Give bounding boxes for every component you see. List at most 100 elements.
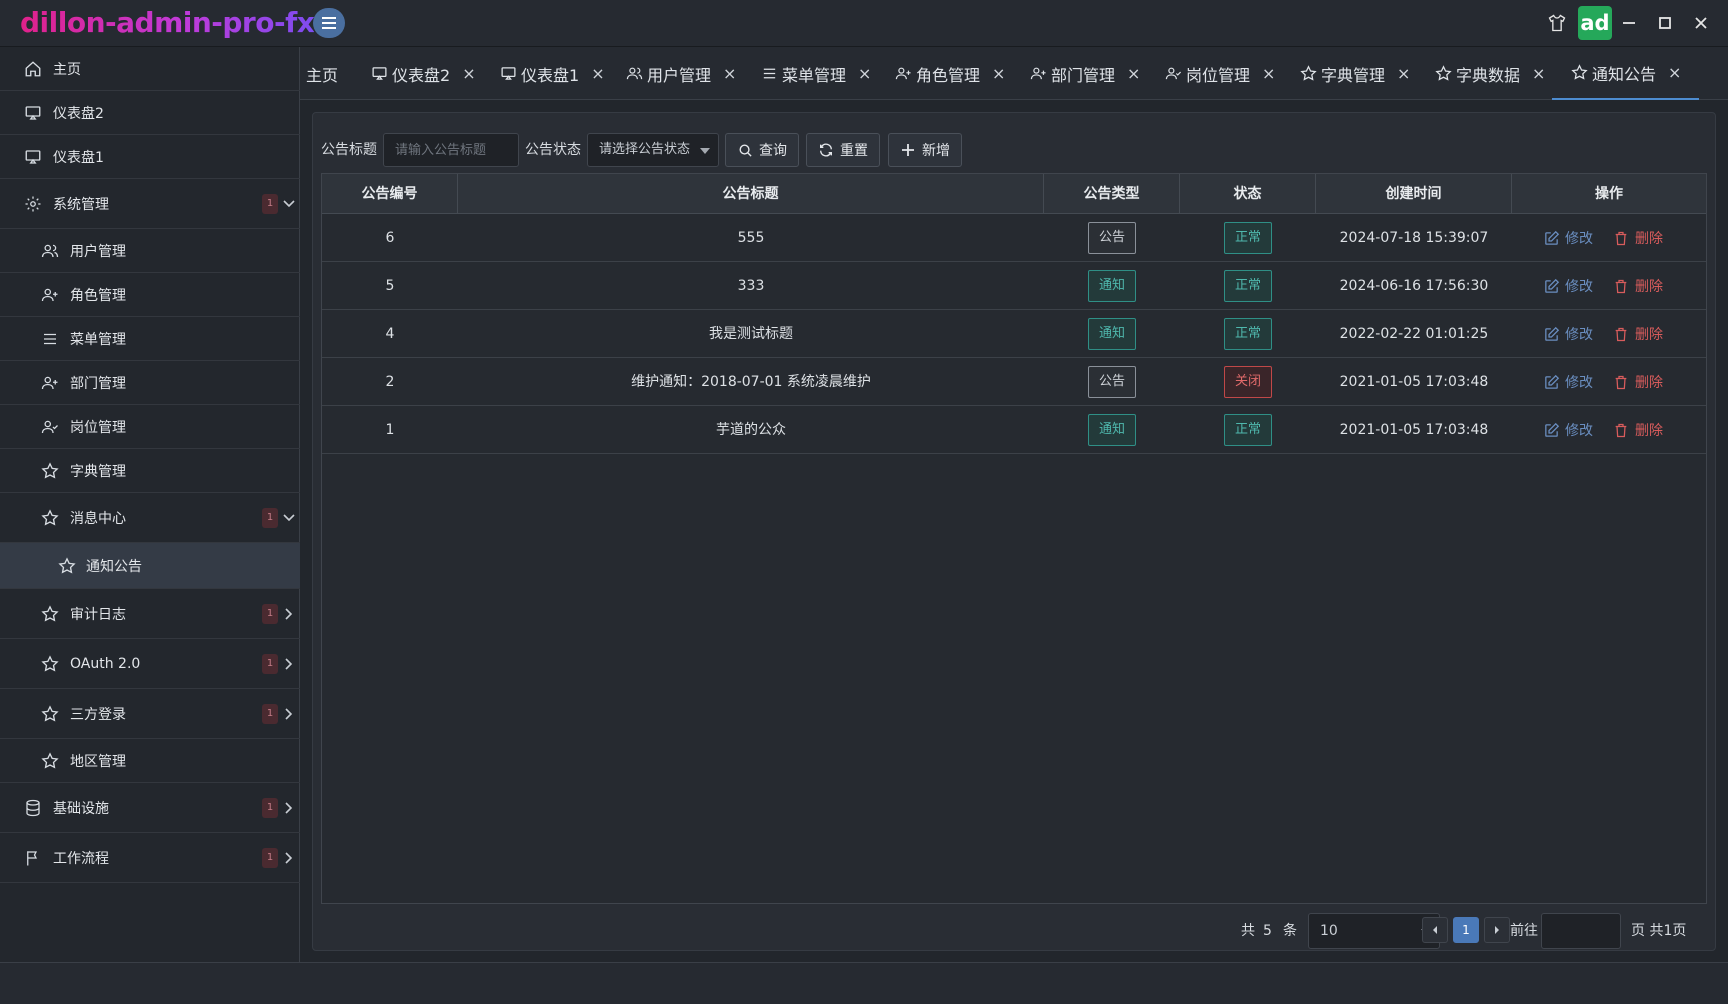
sidebar-item-audit-log[interactable]: 审计日志 1 xyxy=(0,589,300,639)
sidebar-item-label: 工作流程 xyxy=(53,850,109,867)
sidebar-item-message-center[interactable]: 消息中心 1 xyxy=(0,493,300,543)
page-number-button[interactable]: 1 xyxy=(1453,917,1479,943)
tab-close-icon[interactable]: × xyxy=(462,64,475,83)
column-header[interactable]: 创建时间 xyxy=(1316,174,1512,214)
tab-close-icon[interactable]: × xyxy=(1127,64,1140,83)
status-badge: 正常 xyxy=(1223,270,1272,302)
sidebar-item-infrastructure[interactable]: 基础设施 1 xyxy=(0,783,300,833)
delete-button[interactable]: 删除 xyxy=(1612,358,1663,406)
tab-users[interactable]: 用户管理 × xyxy=(625,47,736,100)
status-filter-select[interactable]: 请选择公告状态 xyxy=(587,133,719,167)
tab-dashboard2[interactable]: 仪表盘2 × xyxy=(370,47,476,100)
table-row[interactable]: 1 芋道的公众 通知 正常 2021-01-05 17:03:48 修改 删除 xyxy=(322,406,1706,454)
count-badge: 1 xyxy=(262,193,278,214)
tab-label: 菜单管理 xyxy=(782,65,847,85)
sidebar-item-third-party-login[interactable]: 三方登录 1 xyxy=(0,689,300,739)
delete-button[interactable]: 删除 xyxy=(1612,310,1663,358)
tab-dictionary[interactable]: 字典管理 × xyxy=(1299,47,1410,100)
tab-close-icon[interactable]: × xyxy=(1532,64,1545,83)
sidebar-item-users[interactable]: 用户管理 xyxy=(0,229,300,273)
notice-id-cell: 6 xyxy=(385,230,395,246)
sidebar-item-dictionary[interactable]: 字典管理 xyxy=(0,449,300,493)
column-header[interactable]: 操作 xyxy=(1512,174,1706,214)
sidebar-item-dashboard2[interactable]: 仪表盘2 xyxy=(0,91,300,135)
sidebar-item-departments[interactable]: 部门管理 xyxy=(0,361,300,405)
tab-close-icon[interactable]: × xyxy=(858,64,871,83)
delete-button[interactable]: 删除 xyxy=(1612,262,1663,310)
tab-close-icon[interactable]: × xyxy=(1668,63,1681,82)
next-page-button[interactable] xyxy=(1484,917,1510,943)
pagination: 共 5 条 10 1 前往 页 共1页 xyxy=(313,913,1717,949)
prev-page-button[interactable] xyxy=(1422,917,1448,943)
column-header[interactable]: 公告类型 xyxy=(1044,174,1180,214)
edit-button[interactable]: 修改 xyxy=(1542,214,1593,262)
close-window-button[interactable] xyxy=(1688,10,1714,36)
edit-button[interactable]: 修改 xyxy=(1542,406,1593,454)
tab-close-icon[interactable]: × xyxy=(1397,64,1410,83)
column-header[interactable]: 公告标题 xyxy=(458,174,1044,214)
sidebar-item-notice[interactable]: 通知公告 xyxy=(0,543,300,589)
tab-label: 通知公告 xyxy=(1592,64,1657,84)
sidebar-item-region[interactable]: 地区管理 xyxy=(0,739,300,783)
sidebar-item-dashboard1[interactable]: 仪表盘1 xyxy=(0,135,300,179)
page-size-select[interactable]: 10 xyxy=(1308,913,1440,949)
delete-button[interactable]: 删除 xyxy=(1612,214,1663,262)
tab-close-icon[interactable]: × xyxy=(1262,64,1275,83)
tab-home[interactable]: 主页 xyxy=(306,47,338,100)
avatar[interactable]: ad xyxy=(1578,6,1612,40)
sidebar-item-home[interactable]: 主页 xyxy=(0,47,300,91)
tab-notice[interactable]: 通知公告 × xyxy=(1552,47,1700,100)
goto-page-input[interactable] xyxy=(1541,913,1621,949)
table-row[interactable]: 4 我是测试标题 通知 正常 2022-02-22 01:01:25 修改 删除 xyxy=(322,310,1706,358)
tab-close-icon[interactable]: × xyxy=(591,64,604,83)
tab-departments[interactable]: 部门管理 × xyxy=(1029,47,1140,100)
column-header[interactable]: 状态 xyxy=(1180,174,1316,214)
edit-button[interactable]: 修改 xyxy=(1542,262,1593,310)
table-row[interactable]: 5 333 通知 正常 2024-06-16 17:56:30 修改 删除 xyxy=(322,262,1706,310)
users-icon xyxy=(40,241,60,261)
sidebar-item-workflow[interactable]: 工作流程 1 xyxy=(0,833,300,883)
title-filter-input[interactable] xyxy=(383,133,519,167)
sidebar-item-oauth[interactable]: OAuth 2.0 1 xyxy=(0,639,300,689)
sidebar-item-posts[interactable]: 岗位管理 xyxy=(0,405,300,449)
home-icon xyxy=(23,59,43,79)
table-row[interactable]: 6 555 公告 正常 2024-07-18 15:39:07 修改 删除 xyxy=(322,214,1706,262)
actions-cell: 修改 删除 xyxy=(1512,358,1706,406)
status-filter-label: 公告状态 xyxy=(525,142,581,158)
type-tag: 通知 xyxy=(1087,414,1136,446)
tab-dictionary-data[interactable]: 字典数据 × xyxy=(1434,47,1545,100)
refresh-icon xyxy=(818,142,834,158)
sidebar-item-system[interactable]: 系统管理 1 xyxy=(0,179,300,229)
user-check-icon xyxy=(40,417,60,437)
trash-icon xyxy=(1612,325,1630,343)
maximize-button[interactable] xyxy=(1652,10,1678,36)
delete-button[interactable]: 删除 xyxy=(1612,406,1663,454)
sidebar-item-label: 主页 xyxy=(53,61,81,78)
star-icon xyxy=(1434,65,1452,83)
star-icon xyxy=(1299,65,1317,83)
notice-type-cell: 通知 xyxy=(1044,262,1180,310)
tab-dashboard1[interactable]: 仪表盘1 × xyxy=(499,47,605,100)
tab-posts[interactable]: 岗位管理 × xyxy=(1164,47,1275,100)
menu-toggle-button[interactable] xyxy=(313,8,345,38)
edit-button[interactable]: 修改 xyxy=(1542,358,1593,406)
tab-menus[interactable]: 菜单管理 × xyxy=(760,47,871,100)
sidebar-item-roles[interactable]: 角色管理 xyxy=(0,273,300,317)
add-button[interactable]: 新增 xyxy=(888,133,962,167)
minimize-button[interactable] xyxy=(1616,10,1642,36)
tab-close-icon[interactable]: × xyxy=(992,64,1005,83)
table-row[interactable]: 2 维护通知：2018-07-01 系统凌晨维护 公告 关闭 2021-01-05 17… xyxy=(322,358,1706,406)
trash-icon xyxy=(1612,421,1630,439)
monitor-icon xyxy=(499,65,517,83)
reset-button[interactable]: 重置 xyxy=(806,133,880,167)
column-header[interactable]: 公告编号 xyxy=(322,174,458,214)
tab-roles[interactable]: 角色管理 × xyxy=(894,47,1005,100)
tab-close-icon[interactable]: × xyxy=(723,64,736,83)
search-icon xyxy=(737,142,753,158)
query-button[interactable]: 查询 xyxy=(725,133,799,167)
trash-icon xyxy=(1612,277,1630,295)
sidebar-item-menus[interactable]: 菜单管理 xyxy=(0,317,300,361)
edit-button[interactable]: 修改 xyxy=(1542,310,1593,358)
delete-label: 删除 xyxy=(1635,327,1663,343)
theme-shirt-button[interactable] xyxy=(1545,10,1569,36)
